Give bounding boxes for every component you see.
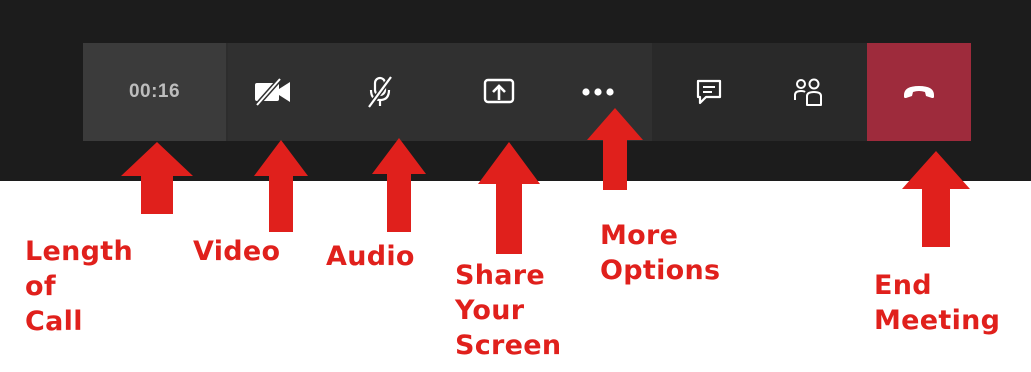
microphone-off-icon [366,75,394,109]
call-timer: 00:16 [128,81,181,102]
chat-button[interactable] [664,43,754,141]
video-toggle-button[interactable] [228,43,318,141]
arrow-up-icon [121,142,193,214]
label-audio: Audio [326,241,415,272]
call-timer-section: 00:16 [83,43,226,141]
arrow-up-icon [254,140,308,232]
arrow-up-icon [372,138,426,232]
chat-icon [696,79,722,105]
share-screen-button[interactable] [454,43,544,141]
end-meeting-button[interactable] [867,43,971,141]
side-panels-group [652,43,868,141]
arrow-up-icon [587,108,643,190]
label-length-of-call: Length of Call [25,236,133,337]
arrow-up-icon [478,142,540,254]
more-dots-icon [582,88,614,96]
arrow-up-icon [902,151,970,247]
hang-up-icon [904,86,934,98]
people-icon [794,78,822,106]
share-screen-icon [483,78,515,104]
label-video: Video [193,236,281,267]
meeting-controls-bar: 00:16 [83,43,971,141]
mic-toggle-button[interactable] [335,43,425,141]
participants-button[interactable] [763,43,853,141]
label-end-meeting: End Meeting [874,270,1001,336]
label-share-your-screen: Share Your Screen [455,260,562,361]
label-more-options: More Options [600,220,721,286]
camera-off-icon [255,77,290,107]
